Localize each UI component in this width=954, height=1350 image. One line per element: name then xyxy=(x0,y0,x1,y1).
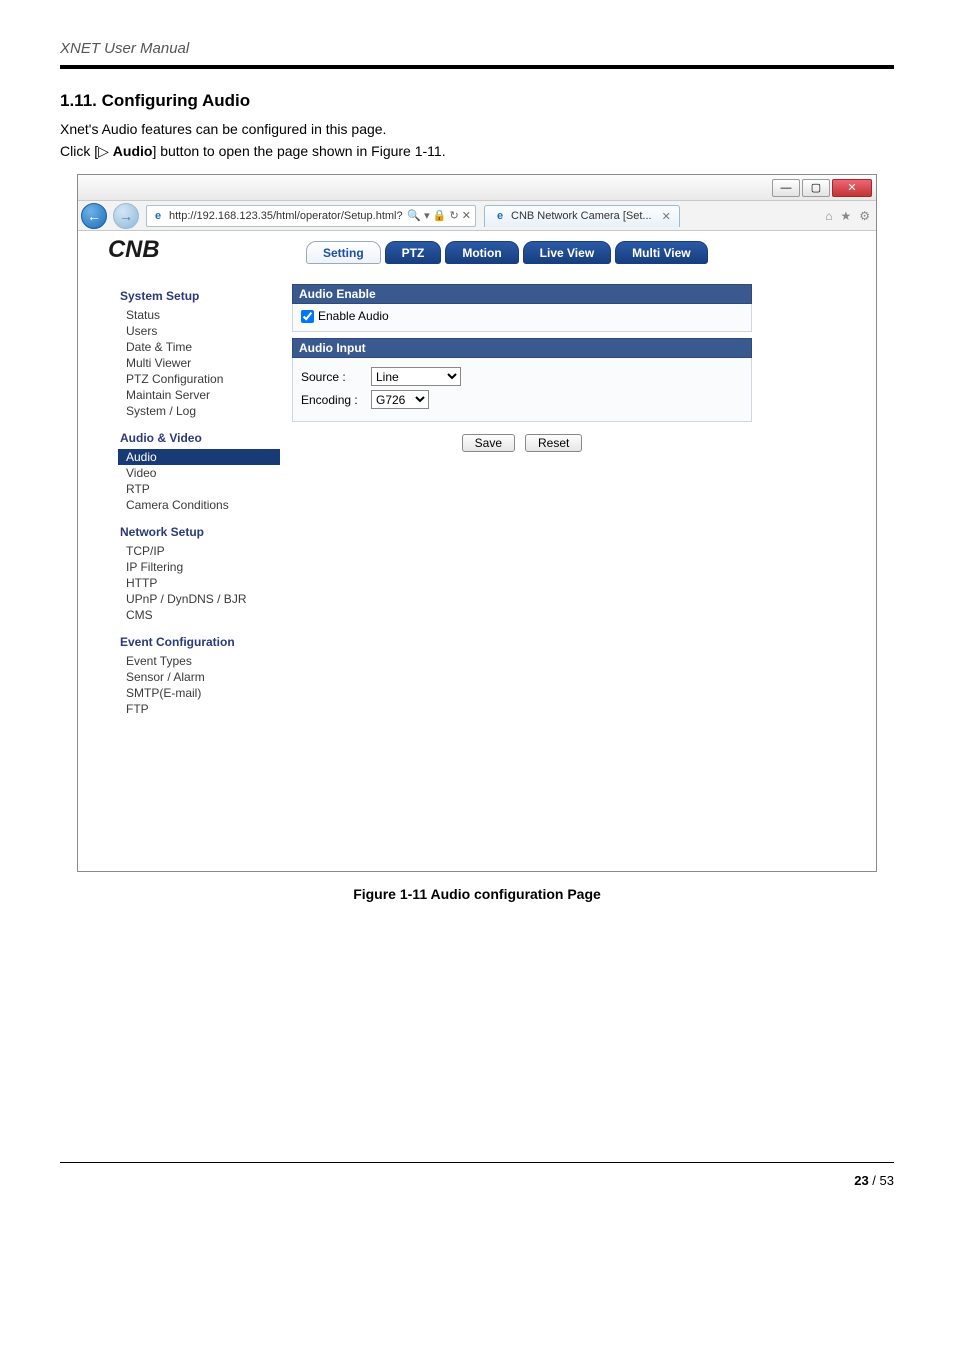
para2-bold: Audio xyxy=(113,143,153,159)
encoding-row: Encoding : G726 xyxy=(301,390,743,409)
enable-audio-label: Enable Audio xyxy=(318,309,389,323)
source-label: Source : xyxy=(301,370,361,384)
brand-text: CNB xyxy=(108,236,160,263)
browser-tools: ⌂ ★ ⚙ xyxy=(825,209,870,223)
para2-pre: Click [▷ xyxy=(60,143,113,159)
audio-enable-header: Audio Enable xyxy=(292,284,752,304)
tab-ie-icon: e xyxy=(493,209,507,223)
sidebar-group-network: Network Setup xyxy=(120,525,280,539)
page-content: System Setup Status Users Date & Time Mu… xyxy=(78,231,876,871)
figure-caption: Figure 1-11 Audio configuration Page xyxy=(60,886,894,902)
sidebar-item-eventtypes[interactable]: Event Types xyxy=(118,653,280,669)
settings-icon[interactable]: ⚙ xyxy=(859,209,870,223)
enable-audio-checkbox[interactable] xyxy=(301,310,314,323)
page-sep: / xyxy=(869,1173,880,1188)
page-current: 23 xyxy=(854,1173,868,1188)
intro-para-2: Click [▷ Audio] button to open the page … xyxy=(60,143,894,160)
sidebar-item-ptzconfig[interactable]: PTZ Configuration xyxy=(118,371,280,387)
sidebar-item-datetime[interactable]: Date & Time xyxy=(118,339,280,355)
sidebar-item-smtp[interactable]: SMTP(E-mail) xyxy=(118,685,280,701)
address-bar: ← → e http://192.168.123.35/html/operato… xyxy=(78,201,876,231)
reset-button[interactable]: Reset xyxy=(525,434,582,452)
audio-enable-panel: Audio Enable Enable Audio Audio Input So… xyxy=(292,284,752,452)
sidebar: System Setup Status Users Date & Time Mu… xyxy=(114,231,284,871)
url-field[interactable]: e http://192.168.123.35/html/operator/Se… xyxy=(146,205,476,227)
favorites-icon[interactable]: ★ xyxy=(840,209,851,223)
sidebar-item-multiviewer[interactable]: Multi Viewer xyxy=(118,355,280,371)
sidebar-item-camera[interactable]: Camera Conditions xyxy=(118,497,280,513)
section-heading: 1.11. Configuring Audio xyxy=(60,91,894,111)
nav-back-button[interactable]: ← xyxy=(81,203,107,229)
browser-window: — ▢ ✕ ← → e http://192.168.123.35/html/o… xyxy=(77,174,877,872)
sidebar-item-tcpip[interactable]: TCP/IP xyxy=(118,543,280,559)
audio-input-header: Audio Input xyxy=(292,338,752,358)
ie-icon: e xyxy=(151,209,165,223)
sidebar-item-cms[interactable]: CMS xyxy=(118,607,280,623)
browser-tab[interactable]: e CNB Network Camera [Set... ✕ xyxy=(484,205,680,227)
page-footer: 23 / 53 xyxy=(60,1173,894,1188)
encoding-select[interactable]: G726 xyxy=(371,390,429,409)
sidebar-item-sensor[interactable]: Sensor / Alarm xyxy=(118,669,280,685)
button-row: Save Reset xyxy=(292,434,752,452)
section-number: 1.11. xyxy=(60,91,97,110)
brand-logo: CNB xyxy=(108,235,274,265)
enable-audio-row: Enable Audio xyxy=(301,309,743,323)
window-minimize-button[interactable]: — xyxy=(772,179,800,197)
para2-post: ] button to open the page shown in Figur… xyxy=(152,143,445,159)
rule-bottom xyxy=(60,1162,894,1163)
sidebar-item-maintain[interactable]: Maintain Server xyxy=(118,387,280,403)
url-toolbar-icons: 🔍 ▾ 🔒 ↻ ✕ xyxy=(407,209,471,222)
tab-setting[interactable]: Setting xyxy=(306,241,381,264)
nav-forward-button[interactable]: → xyxy=(113,203,139,229)
tab-title: CNB Network Camera [Set... xyxy=(511,210,652,222)
window-titlebar: — ▢ ✕ xyxy=(78,175,876,201)
page-total: 53 xyxy=(880,1173,894,1188)
url-text: http://192.168.123.35/html/operator/Setu… xyxy=(169,210,403,222)
tab-liveview[interactable]: Live View xyxy=(523,241,611,264)
sidebar-item-http[interactable]: HTTP xyxy=(118,575,280,591)
sidebar-item-ipfilter[interactable]: IP Filtering xyxy=(118,559,280,575)
home-icon[interactable]: ⌂ xyxy=(825,209,832,223)
sidebar-group-av: Audio & Video xyxy=(120,431,280,445)
sidebar-group-event: Event Configuration xyxy=(120,635,280,649)
sidebar-item-video[interactable]: Video xyxy=(118,465,280,481)
rule-top xyxy=(60,65,894,69)
sidebar-item-audio[interactable]: Audio xyxy=(118,449,280,465)
main-area: CNB Setting PTZ Motion Live View Multi V… xyxy=(284,231,846,871)
tab-close-icon[interactable]: ✕ xyxy=(662,210,671,223)
save-button[interactable]: Save xyxy=(462,434,515,452)
encoding-label: Encoding : xyxy=(301,393,361,407)
tab-ptz[interactable]: PTZ xyxy=(385,241,442,264)
source-select[interactable]: Line xyxy=(371,367,461,386)
window-close-button[interactable]: ✕ xyxy=(832,179,872,197)
sidebar-item-rtp[interactable]: RTP xyxy=(118,481,280,497)
tab-multiview[interactable]: Multi View xyxy=(615,241,707,264)
sidebar-item-users[interactable]: Users xyxy=(118,323,280,339)
sidebar-item-systemlog[interactable]: System / Log xyxy=(118,403,280,419)
intro-para-1: Xnet's Audio features can be configured … xyxy=(60,121,894,137)
sidebar-item-ftp[interactable]: FTP xyxy=(118,701,280,717)
window-maximize-button[interactable]: ▢ xyxy=(802,179,830,197)
sidebar-item-status[interactable]: Status xyxy=(118,307,280,323)
section-title-text: Configuring Audio xyxy=(102,91,251,110)
tab-motion[interactable]: Motion xyxy=(445,241,518,264)
doc-header: XNET User Manual xyxy=(60,40,894,57)
source-row: Source : Line xyxy=(301,367,743,386)
sidebar-group-system: System Setup xyxy=(120,289,280,303)
top-nav: Setting PTZ Motion Live View Multi View xyxy=(306,241,816,264)
sidebar-item-upnp[interactable]: UPnP / DynDNS / BJR xyxy=(118,591,280,607)
